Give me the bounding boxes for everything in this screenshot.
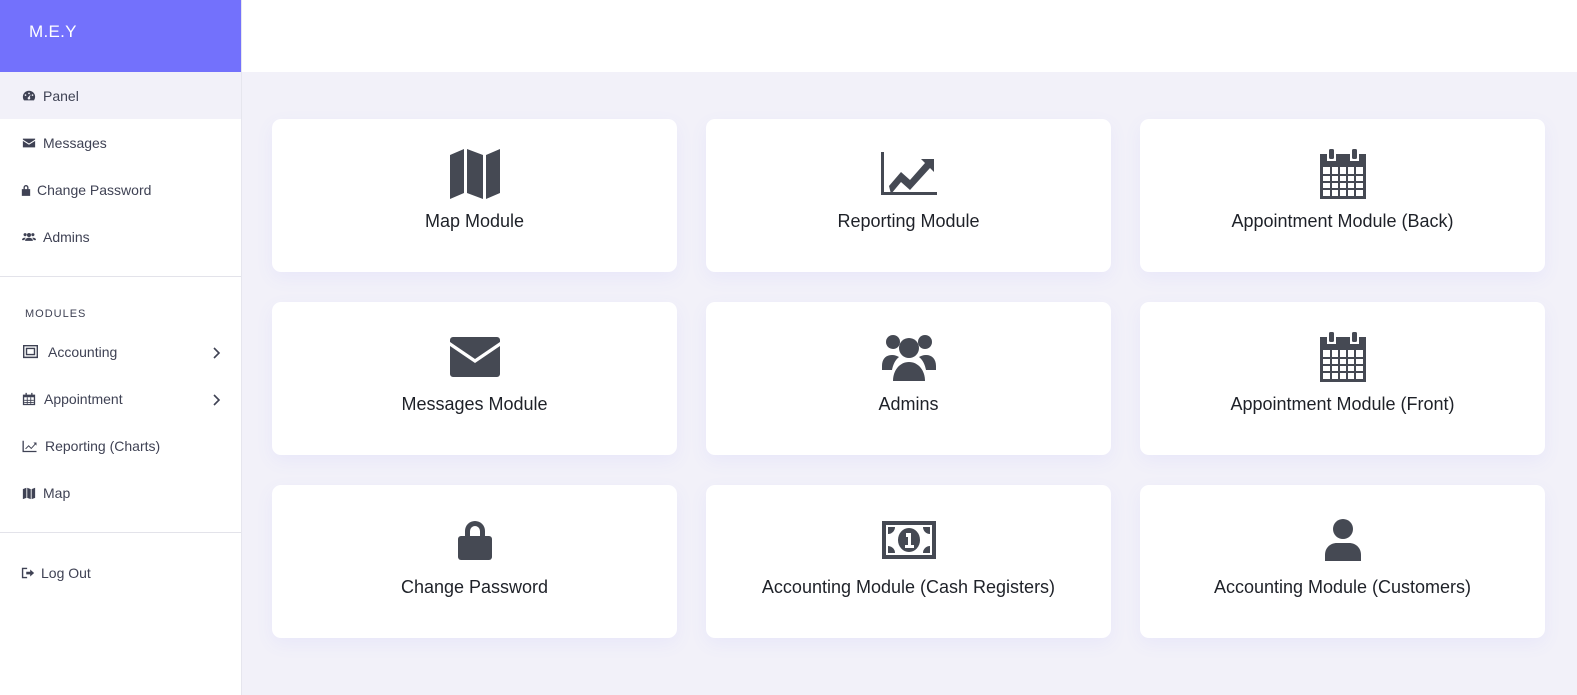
card-admins[interactable]: Admins	[706, 302, 1111, 455]
card-messages-module[interactable]: Messages Module	[272, 302, 677, 455]
cash-register-icon	[20, 343, 40, 360]
modules-nav: Accounting Appointment Reporting (Charts…	[0, 328, 241, 516]
sidebar-item-label: Reporting (Charts)	[45, 437, 161, 454]
chart-line-icon	[20, 437, 38, 454]
card-label: Messages Module	[401, 394, 548, 414]
calendar-icon	[20, 390, 37, 407]
card-label: Reporting Module	[837, 211, 980, 231]
sidebar-divider	[0, 532, 241, 533]
sidebar-item-messages[interactable]: Messages	[0, 119, 241, 166]
sidebar-item-label: Panel	[43, 87, 79, 104]
users-icon	[881, 330, 936, 384]
sidebar-item-appointment[interactable]: Appointment	[0, 375, 241, 422]
map-icon	[449, 147, 500, 201]
sidebar-item-change-password[interactable]: Change Password	[0, 166, 241, 213]
lock-icon	[457, 513, 492, 567]
card-accounting-cash-registers[interactable]: Accounting Module (Cash Registers)	[706, 485, 1111, 638]
card-label: Accounting Module (Cash Registers)	[761, 577, 1056, 597]
map-icon	[20, 484, 37, 501]
modules-section-title: MODULES	[25, 308, 87, 320]
sidebar-item-log-out[interactable]: Log Out	[0, 549, 241, 596]
money-bill-icon	[881, 513, 936, 567]
sidebar-item-label: Change Password	[37, 181, 152, 198]
calendar-icon	[1319, 330, 1366, 384]
card-label: Map Module	[424, 211, 525, 231]
brand-logo[interactable]: M.E.Y	[0, 0, 241, 72]
module-cards-grid: Map Module Reporting Module Appointment …	[272, 119, 1545, 638]
card-map-module[interactable]: Map Module	[272, 119, 677, 272]
chart-line-icon	[880, 147, 937, 201]
lock-icon	[20, 181, 31, 198]
card-label: Admins	[878, 394, 939, 414]
sidebar-item-label: Messages	[43, 134, 107, 151]
sidebar-item-label: Log Out	[41, 564, 91, 581]
card-label: Change Password	[400, 577, 549, 597]
sidebar-item-panel[interactable]: Panel	[0, 72, 241, 119]
top-header	[242, 0, 1577, 72]
chevron-right-icon	[211, 393, 221, 406]
card-label: Appointment Module (Back)	[1231, 211, 1454, 231]
user-icon	[1324, 513, 1361, 567]
card-label: Appointment Module (Front)	[1230, 394, 1455, 414]
sidebar-item-accounting[interactable]: Accounting	[0, 328, 241, 375]
card-reporting-module[interactable]: Reporting Module	[706, 119, 1111, 272]
envelope-icon	[20, 134, 37, 151]
card-appointment-module-back[interactable]: Appointment Module (Back)	[1140, 119, 1545, 272]
sign-out-icon	[20, 564, 35, 581]
card-change-password[interactable]: Change Password	[272, 485, 677, 638]
chevron-right-icon	[211, 346, 221, 359]
sidebar-item-label: Admins	[43, 228, 90, 245]
footer-nav: Log Out	[0, 549, 241, 596]
sidebar-item-label: Map	[43, 484, 71, 501]
users-icon	[20, 228, 37, 245]
sidebar-item-label: Accounting	[48, 343, 118, 360]
sidebar: M.E.Y Panel Messages Change Password Adm…	[0, 0, 242, 695]
main-nav: Panel Messages Change Password Admins	[0, 72, 241, 260]
sidebar-item-map[interactable]: Map	[0, 469, 241, 516]
sidebar-item-reporting-charts[interactable]: Reporting (Charts)	[0, 422, 241, 469]
card-label: Accounting Module (Customers)	[1213, 577, 1472, 597]
card-accounting-customers[interactable]: Accounting Module (Customers)	[1140, 485, 1545, 638]
sidebar-item-label: Appointment	[44, 390, 123, 407]
envelope-icon	[449, 330, 500, 384]
calendar-icon	[1319, 147, 1366, 201]
card-appointment-module-front[interactable]: Appointment Module (Front)	[1140, 302, 1545, 455]
sidebar-item-admins[interactable]: Admins	[0, 213, 241, 260]
gauge-icon	[20, 87, 37, 104]
